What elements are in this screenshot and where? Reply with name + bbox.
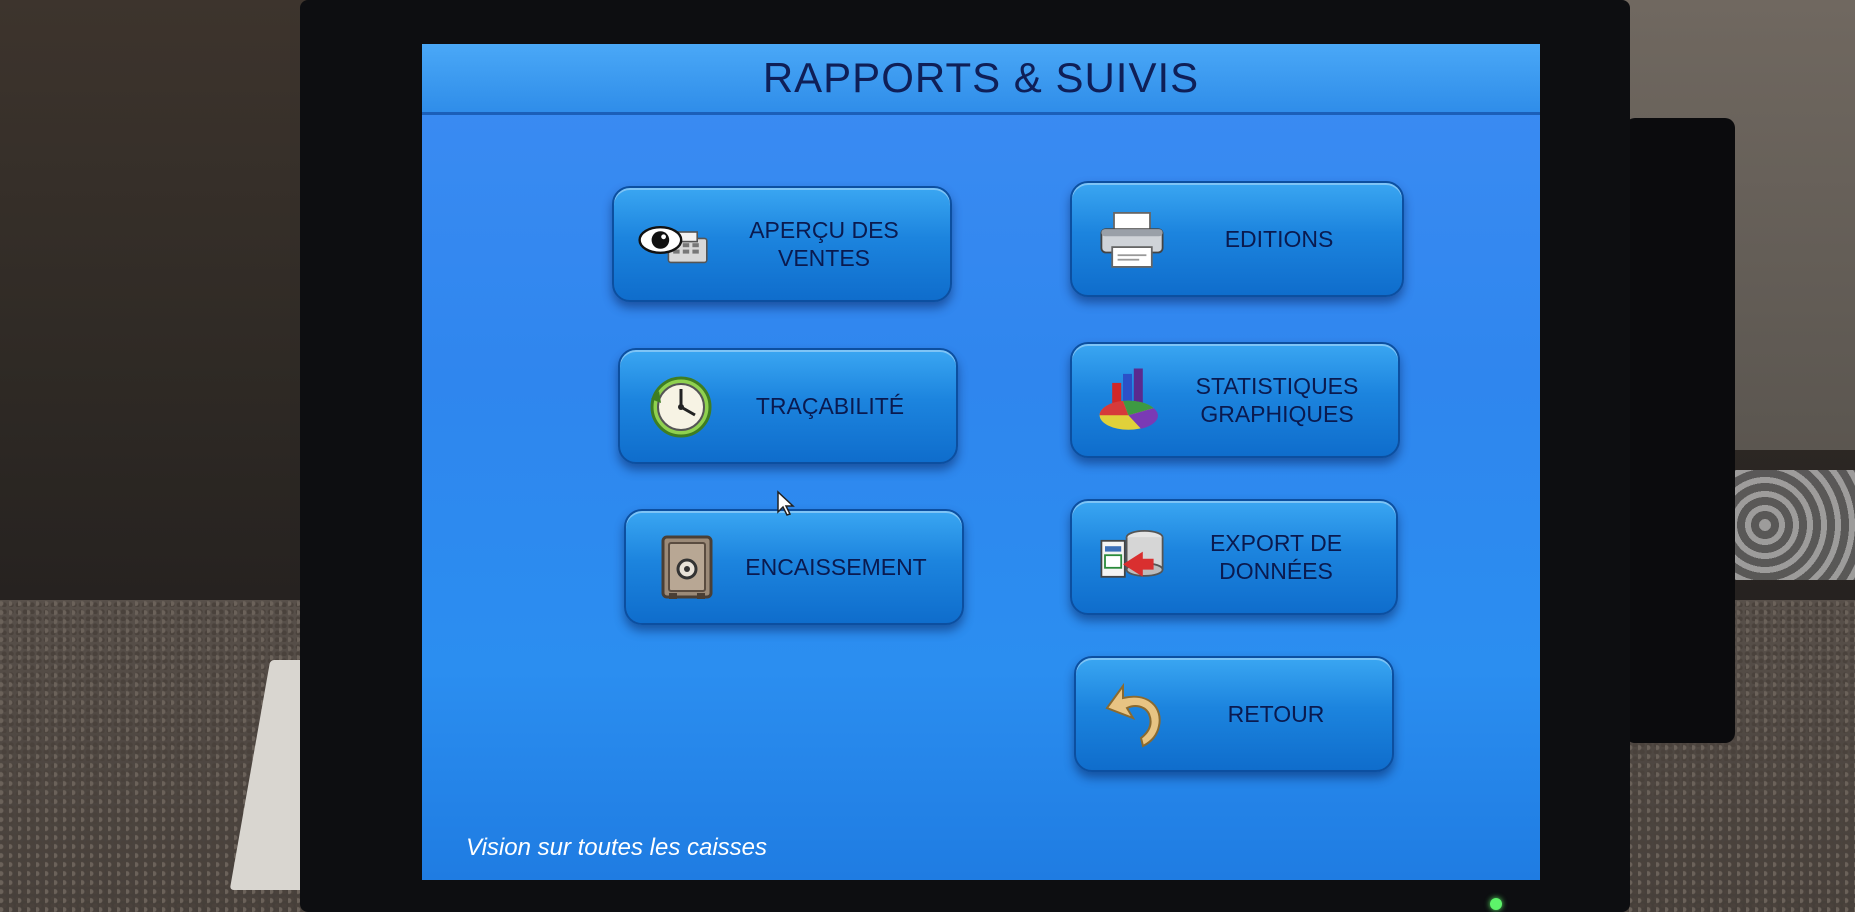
apercu-des-ventes-button[interactable]: APERÇU DES VENTES: [612, 186, 952, 302]
side-card-reader: [1625, 118, 1735, 743]
chart-icon: [1096, 364, 1168, 436]
printer-icon: [1096, 203, 1168, 275]
encaissement-label: ENCAISSEMENT: [745, 554, 927, 580]
power-led: [1490, 898, 1502, 910]
back-arrow-icon: [1100, 678, 1172, 750]
statistiques-graphiques-button[interactable]: STATISTIQUES GRAPHIQUES: [1070, 342, 1400, 458]
page-title: RAPPORTS & SUIVIS: [762, 54, 1200, 101]
eye-register-icon: [638, 208, 710, 280]
safe-icon: [650, 531, 722, 603]
statistiques-graphiques-label: STATISTIQUES GRAPHIQUES: [1195, 373, 1359, 427]
retour-label: RETOUR: [1227, 701, 1325, 727]
retour-button[interactable]: RETOUR: [1074, 656, 1394, 772]
tracabilite-label: TRAÇABILITÉ: [755, 393, 905, 419]
database-export-icon: [1096, 521, 1168, 593]
export-de-donnees-button[interactable]: EXPORT DE DONNÉES: [1070, 499, 1398, 615]
title-bar: RAPPORTS & SUIVIS: [422, 44, 1540, 115]
editions-button[interactable]: EDITIONS: [1070, 181, 1404, 297]
footer-status-text: Vision sur toutes les caisses: [466, 834, 768, 861]
pos-screen: RAPPORTS & SUIVIS APERÇU DES VENTES EDIT…: [422, 44, 1540, 880]
apercu-des-ventes-label: APERÇU DES VENTES: [749, 217, 899, 271]
export-de-donnees-label: EXPORT DE DONNÉES: [1209, 530, 1343, 584]
encaissement-button[interactable]: ENCAISSEMENT: [624, 509, 964, 625]
editions-label: EDITIONS: [1224, 226, 1334, 252]
clock-icon: [644, 370, 716, 442]
tracabilite-button[interactable]: TRAÇABILITÉ: [618, 348, 958, 464]
mouse-cursor-icon: [777, 490, 795, 516]
